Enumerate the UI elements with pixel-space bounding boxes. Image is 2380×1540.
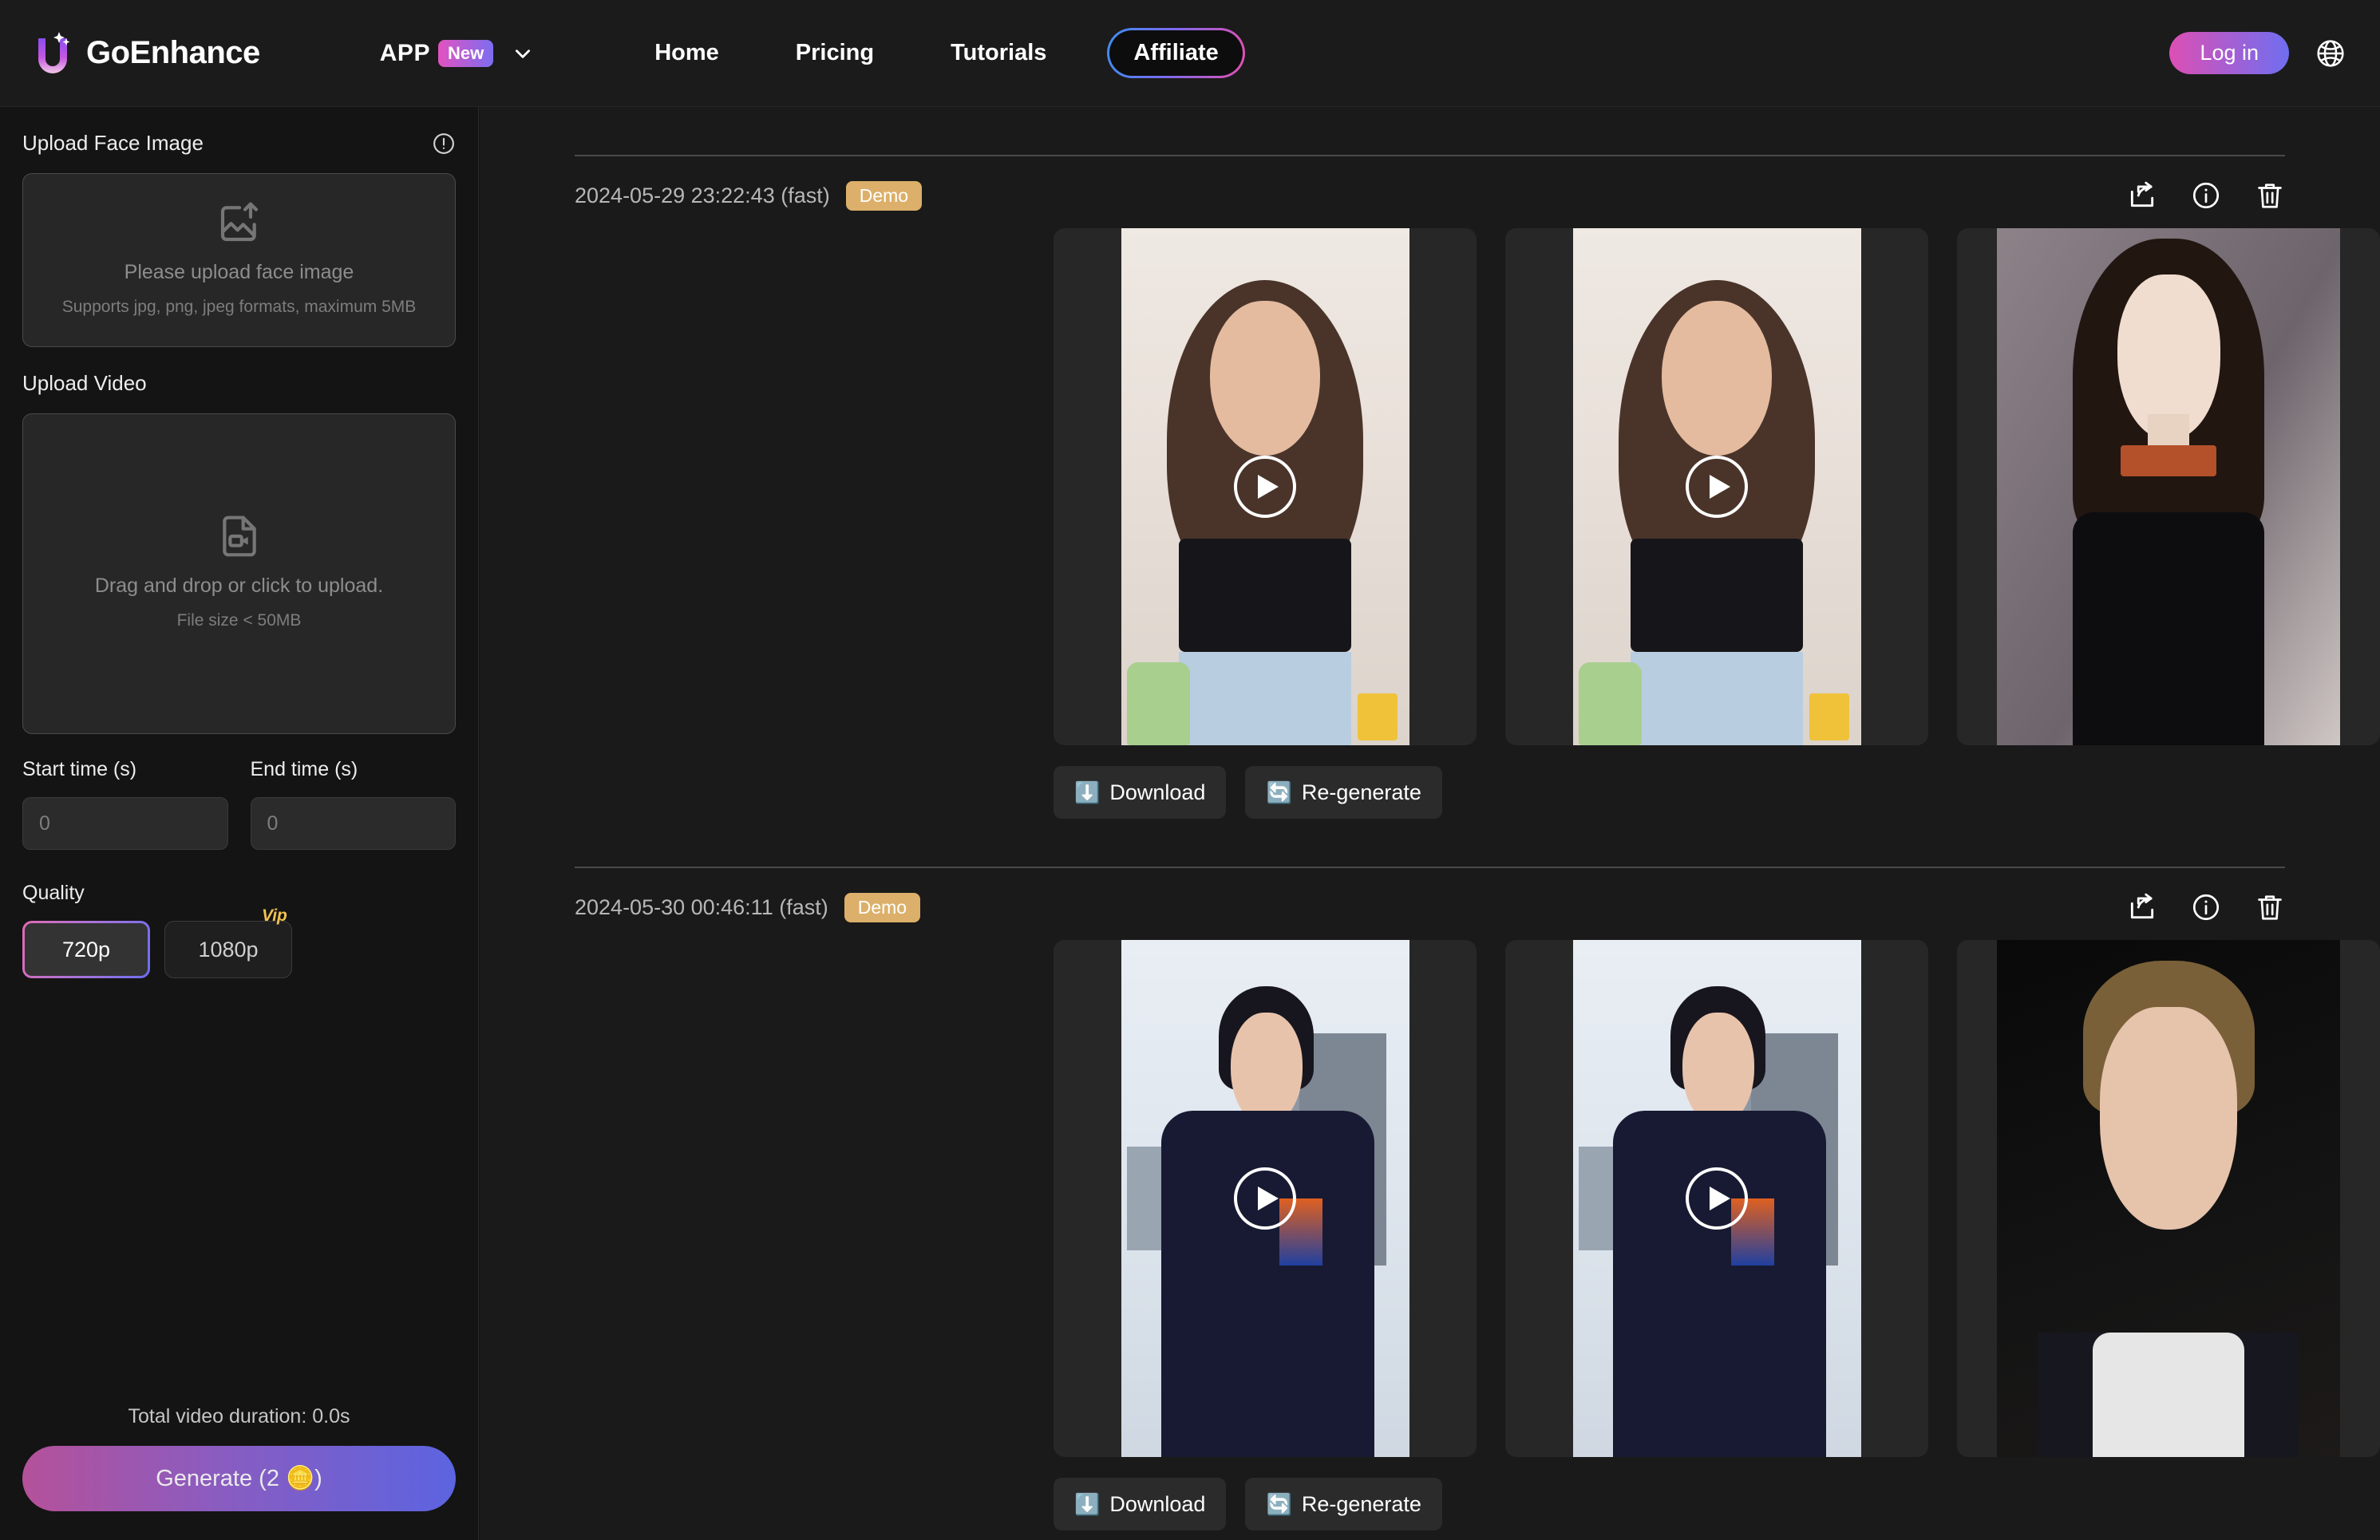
download-icon: ⬇️ <box>1074 780 1101 804</box>
download-button[interactable]: ⬇️ Download <box>1054 1478 1227 1530</box>
download-button[interactable]: ⬇️ Download <box>1054 766 1227 819</box>
quality-option-720p[interactable]: 720p <box>22 921 150 978</box>
regenerate-icon: 🔄 <box>1266 1492 1292 1516</box>
main-nav: Home Pricing Tutorials Affiliate <box>616 28 1245 78</box>
app-header: GoEnhance APP New Home Pricing Tutorials… <box>0 0 2380 107</box>
start-time-input[interactable] <box>22 797 228 850</box>
results-divider-middle <box>575 867 2285 868</box>
chevron-down-icon <box>512 43 533 64</box>
result-actions <box>2127 180 2285 211</box>
face-dropzone-title: Please upload face image <box>124 261 354 284</box>
face-reference-image <box>1997 940 2340 1457</box>
quality-options: 720p 1080p Vip <box>22 906 456 978</box>
total-duration-text: Total video duration: 0.0s <box>128 1405 350 1427</box>
video-dropzone-title: Drag and drop or click to upload. <box>94 575 384 598</box>
face-reference-image <box>1997 228 2340 745</box>
vip-badge: Vip <box>262 906 287 925</box>
play-icon[interactable] <box>1686 1167 1748 1230</box>
result-video-card[interactable] <box>1505 228 1928 745</box>
face-dropzone-subtitle: Supports jpg, png, jpeg formats, maximum… <box>61 298 417 317</box>
result-header-1: 2024-05-29 23:22:43 (fast) Demo <box>575 180 2285 211</box>
share-icon[interactable] <box>2127 892 2157 922</box>
u-sparkle-logo-icon <box>30 29 75 78</box>
result-demo-badge: Demo <box>845 180 923 211</box>
results-divider-top <box>575 155 2285 156</box>
settings-sidebar: Upload Face Image Please upload face ima… <box>0 107 479 1540</box>
source-video-card[interactable] <box>1054 940 1477 1457</box>
download-label: Download <box>1109 1491 1206 1516</box>
regenerate-label: Re-generate <box>1301 780 1421 804</box>
start-time-field: Start time (s) <box>22 758 228 850</box>
result-timestamp: 2024-05-30 00:46:11 (fast) <box>575 894 828 919</box>
info-icon[interactable] <box>2191 180 2221 211</box>
result-timestamp: 2024-05-29 23:22:43 (fast) <box>575 183 830 207</box>
header-actions: Log in <box>2169 32 2346 74</box>
results-panel: 2024-05-29 23:22:43 (fast) Demo ⬇️ Downl… <box>480 107 2380 1540</box>
face-upload-label: Upload Face Image <box>22 131 204 155</box>
globe-icon[interactable] <box>2315 38 2346 69</box>
brand-name: GoEnhance <box>86 35 260 70</box>
end-time-input[interactable] <box>250 797 456 850</box>
face-image-dropzone[interactable]: Please upload face image Supports jpg, p… <box>22 173 456 347</box>
nav-link-home[interactable]: Home <box>616 40 757 66</box>
login-button[interactable]: Log in <box>2169 32 2289 74</box>
play-icon[interactable] <box>1234 456 1296 518</box>
video-file-icon <box>217 514 262 559</box>
app-menu-label: APP <box>379 39 430 66</box>
generate-button[interactable]: Generate (2 🪙) <box>22 1446 456 1511</box>
result-buttons-1: ⬇️ Download 🔄 Re-generate <box>1054 766 2380 819</box>
sidebar-footer: Total video duration: 0.0s Generate (2 🪙… <box>22 1405 456 1511</box>
info-alert-icon[interactable] <box>432 132 456 156</box>
play-icon[interactable] <box>1686 456 1748 518</box>
app-new-badge: New <box>437 39 494 67</box>
quality-option-1080p[interactable]: 1080p <box>164 921 292 978</box>
regenerate-button[interactable]: 🔄 Re-generate <box>1245 766 1442 819</box>
time-range-row: Start time (s) End time (s) <box>22 758 456 850</box>
image-upload-icon <box>217 200 262 245</box>
result-cards-2 <box>1054 940 2380 1457</box>
download-icon: ⬇️ <box>1074 1492 1101 1516</box>
face-reference-card[interactable] <box>1957 228 2380 745</box>
brand[interactable]: GoEnhance <box>30 29 260 78</box>
nav-link-pricing[interactable]: Pricing <box>757 40 912 66</box>
video-upload-label: Upload Video <box>22 371 147 395</box>
video-dropzone-subtitle: File size < 50MB <box>176 611 302 630</box>
play-icon[interactable] <box>1234 1167 1296 1230</box>
regenerate-icon: 🔄 <box>1266 780 1292 804</box>
trash-icon[interactable] <box>2255 892 2285 922</box>
nav-link-affiliate[interactable]: Affiliate <box>1107 28 1244 78</box>
source-video-card[interactable] <box>1054 228 1477 745</box>
info-icon[interactable] <box>2191 892 2221 922</box>
result-cards-1 <box>1054 228 2380 745</box>
start-time-label: Start time (s) <box>22 758 137 780</box>
regenerate-label: Re-generate <box>1301 1491 1421 1516</box>
end-time-field: End time (s) <box>250 758 456 850</box>
result-demo-badge: Demo <box>844 892 921 922</box>
result-header-2: 2024-05-30 00:46:11 (fast) Demo <box>575 892 2285 922</box>
regenerate-button[interactable]: 🔄 Re-generate <box>1245 1478 1442 1530</box>
nav-link-tutorials[interactable]: Tutorials <box>912 40 1085 66</box>
result-buttons-2: ⬇️ Download 🔄 Re-generate <box>1054 1478 2380 1530</box>
result-actions <box>2127 892 2285 922</box>
video-dropzone[interactable]: Drag and drop or click to upload. File s… <box>22 413 456 734</box>
end-time-label: End time (s) <box>250 758 358 780</box>
face-reference-card[interactable] <box>1957 940 2380 1457</box>
app-menu[interactable]: APP New <box>379 39 533 67</box>
share-icon[interactable] <box>2127 180 2157 211</box>
trash-icon[interactable] <box>2255 180 2285 211</box>
quality-label: Quality <box>22 882 85 904</box>
face-upload-header: Upload Face Image <box>22 131 456 156</box>
download-label: Download <box>1109 780 1206 804</box>
result-video-card[interactable] <box>1505 940 1928 1457</box>
